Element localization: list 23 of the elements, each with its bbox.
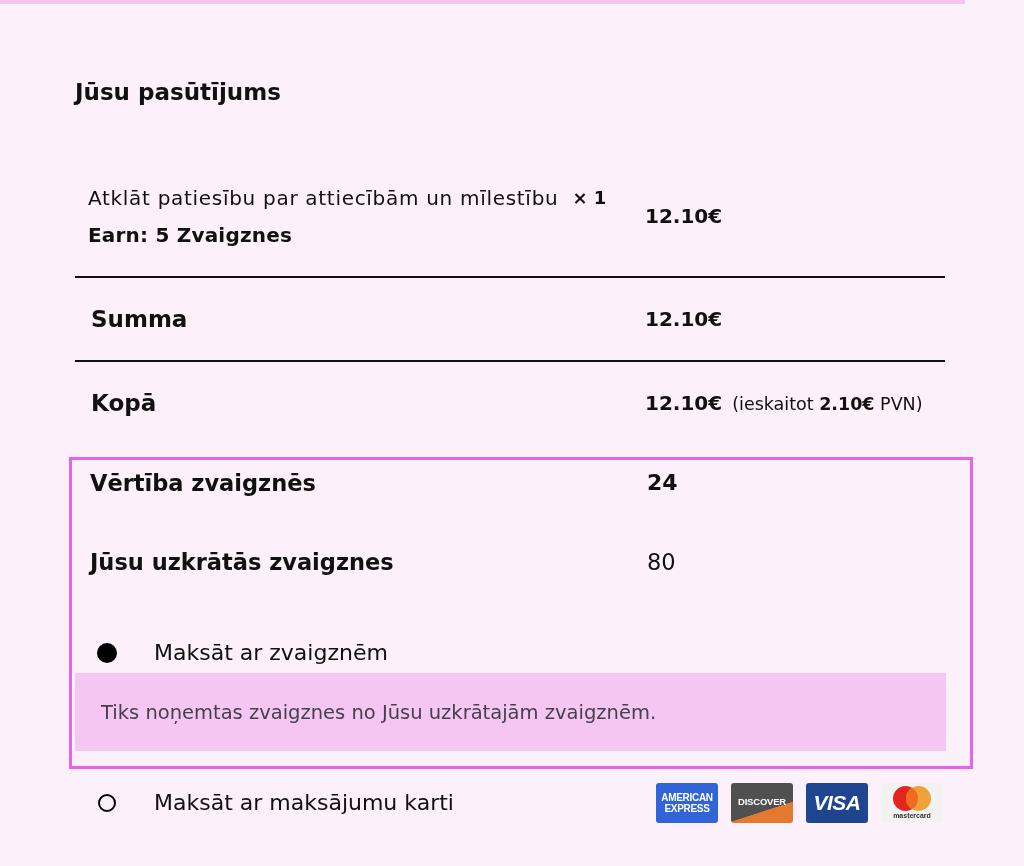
payment-option-label[interactable]: Maksāt ar maksājumu karti	[154, 789, 454, 817]
section-heading: Jūsu pasūtījums	[75, 78, 281, 106]
overlapping-circles-icon	[893, 786, 931, 811]
card-logo: DISCOVER	[731, 783, 793, 823]
info-notice: Tiks noņemtas zvaigznes no Jūsu uzkrātajām zvaigznēm.	[75, 673, 946, 751]
stars-label: Jūsu uzkrātās zvaigznes	[90, 548, 394, 576]
subtotal-label: Summa	[91, 305, 188, 333]
quantity-label: × 1	[572, 185, 607, 210]
card-logo: AMERICAN EXPRESS	[656, 783, 718, 823]
tax-note: (ieskaitot 2.10€ PVN)	[732, 394, 923, 414]
radio-button[interactable]	[98, 794, 116, 812]
earn-note: Earn: 5 Zvaigznes	[88, 221, 293, 248]
stars-value: 24	[647, 469, 678, 497]
payment-option-label[interactable]: Maksāt ar zvaigznēm	[154, 639, 388, 667]
subtotal-value: 12.10€	[645, 306, 723, 332]
product-name: Atklāt patiesību par attiecībām un mīlestību	[88, 184, 559, 211]
total-label: Kopā	[91, 389, 157, 417]
price-value: 12.10€	[645, 203, 723, 229]
total-value: 12.10€	[645, 390, 723, 416]
stars-label: Vērtība zvaigznēs	[90, 469, 316, 497]
stars-value: 80	[647, 548, 676, 576]
radio-button[interactable]	[97, 643, 117, 663]
card-logo: VISA	[806, 783, 868, 823]
